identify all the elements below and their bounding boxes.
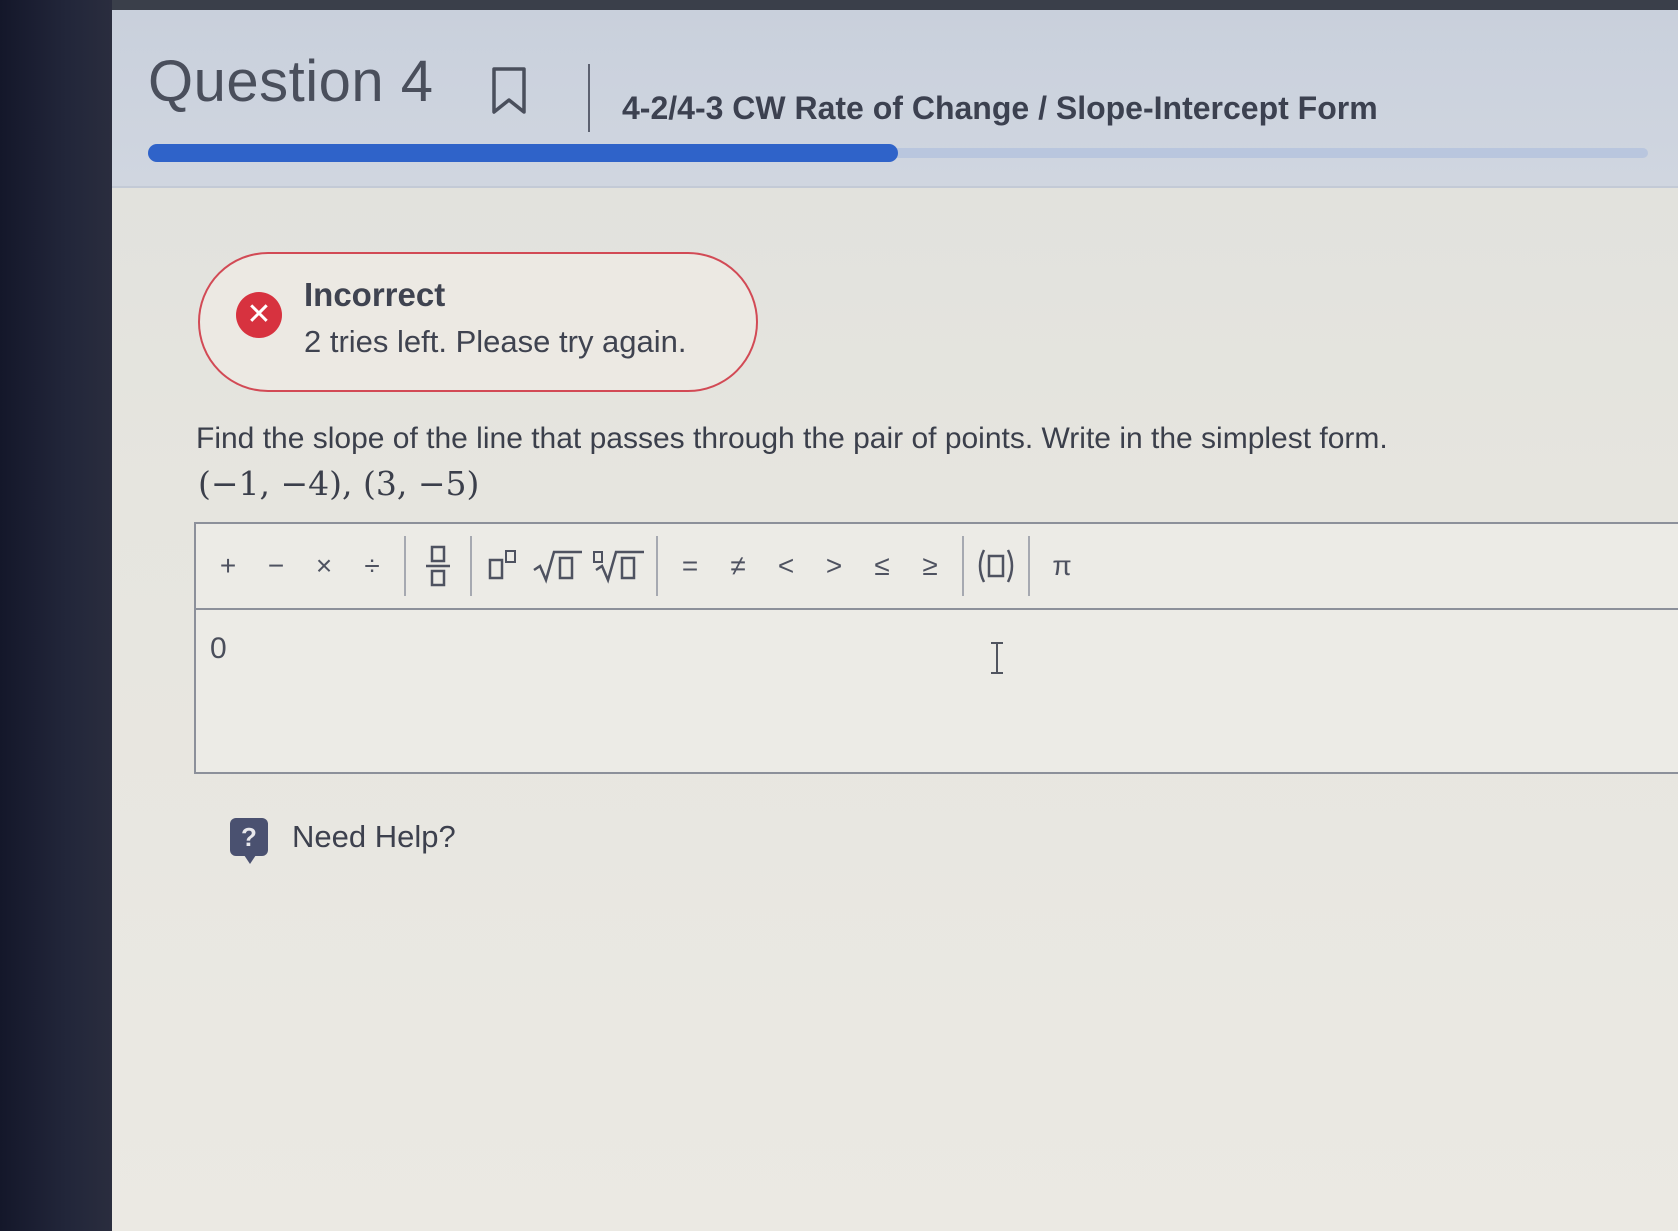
text-cursor-icon — [991, 642, 1003, 674]
header-divider — [588, 64, 590, 132]
toolbar-group-exponent — [472, 536, 658, 596]
divide-button[interactable]: ÷ — [348, 550, 396, 582]
toolbar-group-arithmetic: + − × ÷ — [196, 536, 406, 596]
math-toolbar: + − × ÷ = ≠ < > ≤ ≥ π — [196, 524, 1678, 610]
question-header: Question 4 4-2/4-3 CW Rate of Change / S… — [112, 10, 1678, 188]
exponent-icon[interactable] — [480, 546, 528, 586]
parentheses-icon[interactable] — [972, 546, 1020, 586]
equals-button[interactable]: = — [666, 550, 714, 582]
times-button[interactable]: × — [300, 550, 348, 582]
pi-button[interactable]: π — [1038, 550, 1086, 582]
feedback-message: 2 tries left. Please try again. — [304, 324, 687, 359]
plus-button[interactable]: + — [204, 550, 252, 582]
question-points: (−1, −4), (3, −5) — [198, 464, 480, 503]
question-content: ✕ Incorrect 2 tries left. Please try aga… — [112, 190, 1678, 1231]
greater-equal-button[interactable]: ≥ — [906, 550, 954, 582]
toolbar-group-relations: = ≠ < > ≤ ≥ — [658, 536, 964, 596]
progress-bar — [148, 144, 1648, 162]
question-prompt: Find the slope of the line that passes t… — [196, 422, 1388, 455]
browser-top-strip — [112, 0, 1678, 10]
error-icon: ✕ — [236, 292, 282, 338]
not-equals-button[interactable]: ≠ — [714, 550, 762, 582]
fraction-icon[interactable] — [414, 541, 462, 591]
assignment-title: 4-2/4-3 CW Rate of Change / Slope-Interc… — [622, 90, 1378, 126]
feedback-banner: ✕ Incorrect 2 tries left. Please try aga… — [198, 252, 758, 392]
answer-input[interactable]: 0 — [210, 632, 227, 666]
need-help-link[interactable]: ? Need Help? — [230, 818, 456, 864]
feedback-status: Incorrect — [304, 276, 446, 313]
math-answer-editor[interactable]: + − × ÷ = ≠ < > ≤ ≥ π 0 — [194, 522, 1678, 774]
toolbar-group-constants: π — [1030, 536, 1094, 596]
sqrt-icon[interactable] — [528, 546, 588, 586]
toolbar-group-fraction — [406, 536, 472, 596]
bookmark-icon[interactable] — [490, 66, 530, 116]
greater-than-button[interactable]: > — [810, 550, 858, 582]
nth-root-icon[interactable] — [588, 546, 648, 586]
progress-bar-fill — [148, 144, 898, 162]
toolbar-group-paren — [964, 536, 1030, 596]
help-icon: ? — [230, 818, 268, 864]
monitor-bezel — [0, 0, 112, 1231]
less-equal-button[interactable]: ≤ — [858, 550, 906, 582]
less-than-button[interactable]: < — [762, 550, 810, 582]
question-title: Question 4 — [148, 49, 434, 114]
minus-button[interactable]: − — [252, 550, 300, 582]
screen: Question 4 4-2/4-3 CW Rate of Change / S… — [112, 0, 1678, 1231]
need-help-label: Need Help? — [292, 819, 456, 854]
